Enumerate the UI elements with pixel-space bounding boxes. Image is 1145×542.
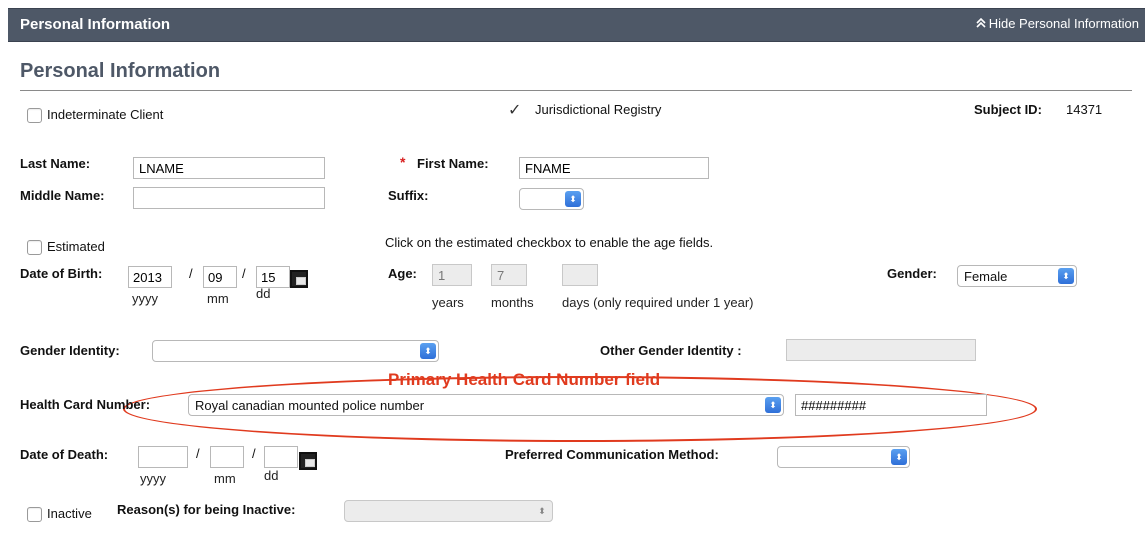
age-days-input[interactable] [562, 264, 598, 286]
middle-name-input[interactable] [133, 187, 325, 209]
estimated-label: Estimated [47, 239, 105, 254]
inactive-checkbox[interactable] [27, 507, 42, 522]
other-gender-identity-label: Other Gender Identity : [600, 343, 742, 358]
health-card-type-value: Royal canadian mounted police number [195, 398, 425, 413]
indeterminate-client-checkbox[interactable] [27, 108, 42, 123]
gender-identity-label: Gender Identity: [20, 343, 120, 358]
checkmark-icon: ✓ [508, 102, 522, 119]
dod-label: Date of Death: [20, 447, 109, 462]
last-name-label: Last Name: [20, 156, 91, 171]
gender-value: Female [964, 269, 1008, 284]
date-separator: / [189, 266, 193, 281]
select-arrows-icon: ⬍ [538, 506, 546, 516]
dob-day-input[interactable] [256, 266, 290, 288]
required-marker: * [400, 154, 406, 170]
dob-year-input[interactable] [128, 266, 172, 288]
header-title: Personal Information [20, 16, 171, 33]
age-months-input[interactable] [491, 264, 527, 286]
subject-id-label: Subject ID: [974, 102, 1042, 117]
yyyy-hint: yyyy [140, 471, 166, 486]
section-header-bar: Personal Information Hide Personal Infor… [8, 8, 1145, 42]
age-years-input[interactable] [432, 264, 472, 286]
jurisdictional-registry-label: Jurisdictional Registry [535, 102, 662, 117]
indeterminate-client-label: Indeterminate Client [47, 107, 164, 122]
age-fields-hint: Click on the estimated checkbox to enabl… [385, 235, 714, 250]
preferred-comm-select[interactable]: ⬍ [777, 446, 910, 468]
select-arrows-icon: ⬍ [891, 449, 907, 465]
inactive-reason-select[interactable]: ⬍ [344, 500, 553, 522]
hide-personal-info-link[interactable]: Hide Personal Information [976, 16, 1139, 31]
years-hint: years [432, 295, 464, 310]
estimated-checkbox[interactable] [27, 240, 42, 255]
select-arrows-icon: ⬍ [765, 397, 781, 413]
mm-hint: mm [207, 291, 229, 306]
select-arrows-icon: ⬍ [420, 343, 436, 359]
days-hint: days (only required under 1 year) [562, 295, 754, 310]
dod-day-input[interactable] [264, 446, 298, 468]
health-card-type-select[interactable]: Royal canadian mounted police number ⬍ [188, 394, 784, 416]
middle-name-label: Middle Name: [20, 188, 105, 203]
health-card-label: Health Card Number: [20, 397, 151, 412]
calendar-icon[interactable] [299, 452, 317, 470]
dob-month-input[interactable] [203, 266, 237, 288]
dob-label: Date of Birth: [20, 266, 103, 281]
hide-personal-info-label: Hide Personal Information [988, 16, 1139, 31]
health-card-number-input[interactable] [795, 394, 987, 416]
title-divider [20, 90, 1132, 91]
dd-hint: dd [256, 286, 271, 301]
gender-select[interactable]: Female ⬍ [957, 265, 1077, 287]
mm-hint: mm [214, 471, 236, 486]
suffix-label: Suffix: [388, 188, 429, 203]
gender-label: Gender: [887, 266, 937, 281]
select-arrows-icon: ⬍ [565, 191, 581, 207]
inactive-label: Inactive [47, 506, 92, 521]
date-separator: / [252, 446, 256, 461]
date-separator: / [242, 266, 246, 281]
dod-month-input[interactable] [210, 446, 244, 468]
select-arrows-icon: ⬍ [1058, 268, 1074, 284]
months-hint: months [491, 295, 534, 310]
inactive-reason-label: Reason(s) for being Inactive: [117, 502, 296, 517]
dod-year-input[interactable] [138, 446, 188, 468]
other-gender-identity-input[interactable] [786, 339, 976, 361]
dd-hint: dd [264, 468, 279, 483]
first-name-label: First Name: [417, 156, 489, 171]
page-title: Personal Information [20, 60, 221, 82]
gender-identity-select[interactable]: ⬍ [152, 340, 439, 362]
preferred-comm-label: Preferred Communication Method: [505, 447, 719, 462]
suffix-select[interactable]: ⬍ [519, 188, 584, 210]
date-separator: / [196, 446, 200, 461]
first-name-input[interactable] [519, 157, 709, 179]
age-label: Age: [388, 266, 417, 281]
subject-id-value: 14371 [1066, 102, 1103, 117]
double-chevron-up-icon [976, 16, 986, 31]
left-margin [0, 0, 8, 542]
yyyy-hint: yyyy [132, 291, 158, 306]
calendar-icon[interactable] [290, 270, 308, 288]
last-name-input[interactable] [133, 157, 325, 179]
